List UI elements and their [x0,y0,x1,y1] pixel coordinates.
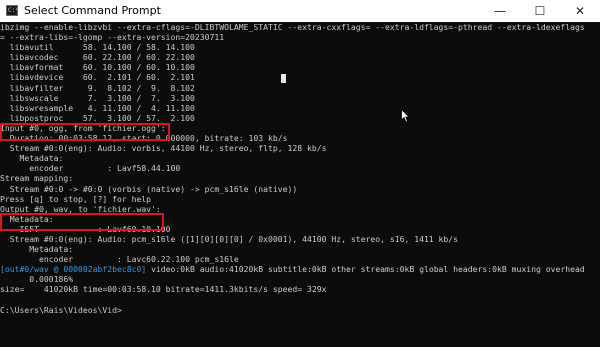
console-line: ibzimg --enable-libzvbi --extra-cflags=-… [0,22,585,32]
cmd-icon: C:\ [6,5,18,16]
console-line: encoder : Lavc60.22.100 pcm_s16le [0,254,239,265]
muxing-stats: video:0kB audio:41020kB subtitle:0kB oth… [151,264,585,275]
mouse-pointer-icon [401,109,410,123]
console-line: ISFT : Lavf60.10.100 [0,223,171,234]
console-line: Stream #0:0(eng): Audio: vorbis, 44100 H… [0,143,327,154]
output-info-line: Output #0, wav, to 'fichier.wav': [0,203,161,214]
console-line: encoder : Lavf58.44.100 [0,163,181,174]
console-line: libavfilter 9. 8.102 / 9. 8.102 [0,82,195,93]
console-line: Stream mapping: [0,173,74,184]
console-line: libpostproc 57. 3.100 / 57. 2.100 [0,112,195,123]
command-prompt-line[interactable]: C:\Users\Rais\Videos\Vid> [0,305,600,315]
console-line: Duration: 00:03:58.12, start: 0.000000, … [0,133,288,144]
console-line: libavutil 58. 14.100 / 58. 14.100 [0,42,195,53]
command-prompt-window: C:\ Select Command Prompt — ☐ ✕ ibzimg -… [0,0,600,347]
console-line: Metadata: [0,153,64,164]
console-line: Metadata: [0,244,74,255]
console-line: libswresample 4. 11.100 / 4. 11.100 [0,102,195,113]
console-line: libswscale 7. 3.100 / 7. 3.100 [0,92,195,103]
close-button[interactable]: ✕ [560,0,600,22]
title-bar[interactable]: C:\ Select Command Prompt — ☐ ✕ [0,0,600,22]
console-line: Stream #0:0 -> #0:0 (vorbis (native) -> … [0,183,298,194]
console-line: = --extra-libs=-lgomp --extra-version=20… [0,32,225,43]
progress-line: size= 41020kB time=00:03:58.10 bitrate=1… [0,284,327,295]
maximize-button[interactable]: ☐ [520,0,560,22]
console-line: libavdevice 60. 2.101 / 60. 2.101 [0,72,195,83]
text-cursor [281,74,286,83]
window-title: Select Command Prompt [24,4,161,17]
minimize-button[interactable]: — [480,0,520,22]
console-line: 0.000186% [0,274,74,285]
console-line: libavcodec 60. 22.100 / 60. 22.100 [0,52,195,63]
console-line: Metadata: [0,213,54,224]
console-line: Press [q] to stop, [?] for help [0,193,152,204]
input-info-line: Input #0, ogg, from 'fichier.ogg': [0,122,166,133]
console-line: libavformat 60. 10.100 / 60. 10.100 [0,62,195,73]
console-line: Stream #0:0(eng): Audio: pcm_s16le ([1][… [0,233,459,244]
muxing-line: [out#0/wav @ 000002abf2bec8c0] video:0kB… [0,264,600,274]
console-output[interactable]: ibzimg --enable-libzvbi --extra-cflags=-… [0,22,600,347]
muxer-tag: [out#0/wav @ 000002abf2bec8c0] [0,264,152,275]
